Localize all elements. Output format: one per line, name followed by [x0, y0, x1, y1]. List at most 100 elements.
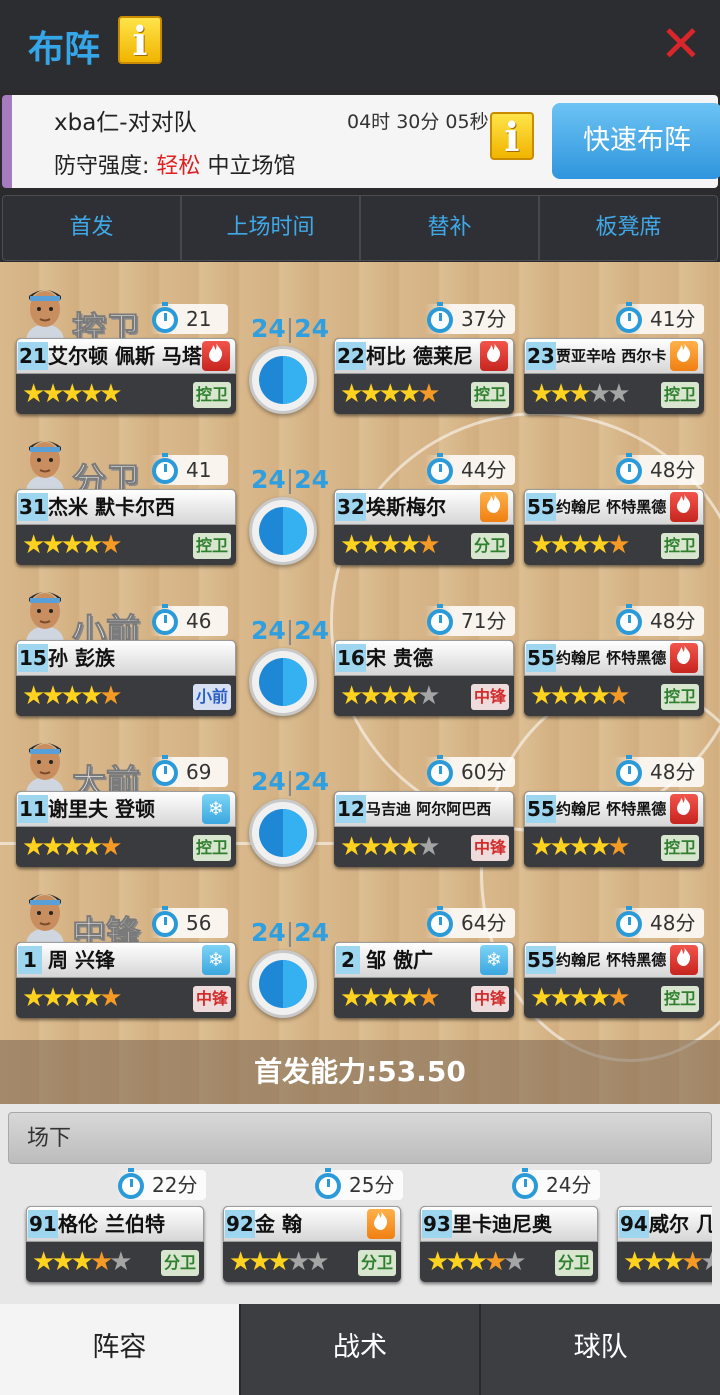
star-icon: ★ [642, 1247, 665, 1277]
stopwatch-icon [614, 755, 644, 788]
player-card[interactable]: 31 杰米 默卡尔西 ★★★★★ 控卫 [16, 489, 236, 565]
position-tag: 控卫 [192, 533, 231, 559]
star-icon: ★ [587, 530, 611, 560]
tab-bench[interactable]: 板凳席 [540, 196, 717, 260]
fire-icon [670, 492, 698, 522]
minutes-value: 60分 [461, 760, 507, 784]
dial-fill-half [283, 356, 307, 404]
star-icon: ★ [661, 1247, 685, 1277]
playing-minutes: 46分 [150, 604, 228, 663]
star-rating: ★★★★★ [22, 380, 123, 408]
star-rating: ★★★★★ [530, 832, 631, 862]
tab-lineup[interactable]: 阵容 [0, 1304, 239, 1395]
playing-time-dial[interactable] [249, 648, 317, 716]
star-rating: ★★★★★ [340, 682, 441, 710]
star-icon: ★ [549, 379, 572, 409]
player-card[interactable]: 16 宋 贵德 ★★★★★ 中锋 [334, 640, 514, 716]
star-icon: ★ [359, 832, 382, 862]
player-number: 94 [619, 1210, 649, 1238]
star-icon: ★ [587, 681, 611, 711]
page-title: 布阵 [28, 29, 101, 70]
player-card[interactable]: 15 孙 彭族 ★★★★★ 小前 [16, 640, 236, 716]
player-name: 约翰尼 怀特黑德 [556, 951, 667, 969]
player-name: 埃斯梅尔 [366, 495, 446, 519]
star-icon: ★ [41, 681, 64, 711]
position-tag: 中锋 [470, 835, 509, 861]
star-icon: ★ [286, 1247, 310, 1277]
player-number: 21 [18, 342, 48, 370]
star-icon: ★ [587, 983, 611, 1013]
player-card[interactable]: 32 埃斯梅尔 ★★★★★ 分卫 [334, 489, 514, 565]
star-icon: ★ [587, 832, 611, 862]
score-divider: | [285, 314, 295, 343]
lineup-row-2: 小前46分71分48分15孙 彭族★★★★★小前16宋 贵德★★★★★中锋55约… [0, 574, 720, 724]
playing-time-dial[interactable] [249, 346, 317, 414]
playing-time-dial[interactable] [249, 950, 317, 1018]
position-tag: 中锋 [470, 986, 509, 1012]
stopwatch-icon [150, 453, 180, 486]
player-name: 柯比 德莱尼 [366, 344, 473, 368]
player-card[interactable]: 55 约翰尼 怀特黑德 ★★★★★ 控卫 [524, 791, 704, 867]
player-card[interactable]: 92 金 翰 ★★★★★ 分卫 [223, 1206, 401, 1282]
minutes-value: 48分 [650, 760, 696, 784]
player-card[interactable]: 94 威尔 几 ★★★★★ [617, 1206, 712, 1282]
star-rating: ★★★★★ [530, 983, 631, 1013]
star-icon: ★ [378, 832, 402, 862]
player-card[interactable]: 23 贾亚辛哈 西尔卡 ★★★★★ 控卫 [524, 338, 704, 414]
star-rating: ★★★★★ [530, 681, 631, 711]
tab-tactics[interactable]: 战术 [238, 1304, 480, 1395]
player-card[interactable]: 1周 兴锋 ❄ ★★★★★ 中锋 [16, 942, 236, 1018]
star-icon: ★ [549, 530, 572, 560]
player-card[interactable]: 93 里卡迪尼奥 ★★★★★ 分卫 [420, 1206, 598, 1282]
dial-fill [259, 809, 307, 857]
playing-time-dial[interactable] [249, 799, 317, 867]
player-card[interactable]: 22 柯比 德莱尼 ★★★★★ 控卫 [334, 338, 514, 414]
quick-lineup-button[interactable]: 快速布阵 [552, 103, 720, 179]
player-card[interactable]: 12 马吉迪 阿尔阿巴西 ★★★★★ 中锋 [334, 791, 514, 867]
player-card[interactable]: 55 约翰尼 怀特黑德 ★★★★★ 控卫 [524, 640, 704, 716]
player-card[interactable]: 2邹 傲广 ❄ ★★★★★ 中锋 [334, 942, 514, 1018]
dial-fill-half [283, 658, 307, 706]
player-card[interactable]: 91 格伦 兰伯特 ★★★★★ 分卫 [26, 1206, 204, 1282]
star-icon: ★ [483, 1247, 507, 1277]
player-name: 约翰尼 怀特黑德 [556, 649, 667, 667]
tab-starter[interactable]: 首发 [3, 196, 182, 260]
tab-playing-time[interactable]: 上场时间 [182, 196, 361, 260]
star-icon: ★ [607, 530, 630, 560]
player-card[interactable]: 55 约翰尼 怀特黑德 ★★★★★ 控卫 [524, 942, 704, 1018]
position-tag: 控卫 [660, 533, 699, 559]
star-icon: ★ [607, 681, 630, 711]
close-icon[interactable]: ✕ [660, 19, 702, 69]
stopwatch-icon [425, 302, 455, 335]
stopwatch-icon [116, 1168, 146, 1201]
score-divider: | [285, 767, 295, 796]
tab-substitute[interactable]: 替补 [361, 196, 540, 260]
star-icon: ★ [417, 530, 440, 560]
playing-minutes: 41分 [150, 453, 228, 512]
playing-time-score: 24|24 [251, 314, 329, 343]
lineup-column-tabs: 首发 上场时间 替补 板凳席 [2, 195, 718, 261]
score-right: 24 [294, 314, 330, 343]
score-left: 24 [251, 616, 286, 645]
star-icon: ★ [549, 832, 572, 862]
player-number: 31 [18, 493, 48, 521]
playing-time-dial[interactable] [249, 497, 317, 565]
player-name: 约翰尼 怀特黑德 [556, 498, 667, 516]
player-card[interactable]: 11 谢里夫 登顿 ❄ ★★★★★ 控卫 [16, 791, 236, 867]
score-left: 24 [251, 918, 286, 947]
info-icon[interactable]: i [118, 16, 162, 65]
minutes-value: 48分 [650, 609, 696, 633]
player-number: 55 [526, 946, 556, 974]
player-card[interactable]: 21 艾尔顿 佩斯 马塔 ★★★★★ 控卫 [16, 338, 236, 414]
tab-team[interactable]: 球队 [479, 1304, 720, 1395]
player-number: 91 [28, 1210, 58, 1238]
player-card[interactable]: 55 约翰尼 怀特黑德 ★★★★★ 控卫 [524, 489, 704, 565]
star-icon: ★ [378, 379, 402, 409]
ice-icon: ❄ [480, 945, 508, 975]
off-court-players[interactable]: 22分 91 格伦 兰伯特 ★★★★★ 分卫 25分 92 金 翰 ★★★★★ 分卫 24分 93 里卡… [8, 1166, 712, 1304]
stopwatch-icon [614, 604, 644, 637]
playing-minutes: 21分 [150, 302, 228, 361]
match-info-icon[interactable]: i [490, 112, 534, 161]
star-icon: ★ [568, 681, 592, 711]
star-icon: ★ [530, 379, 553, 409]
